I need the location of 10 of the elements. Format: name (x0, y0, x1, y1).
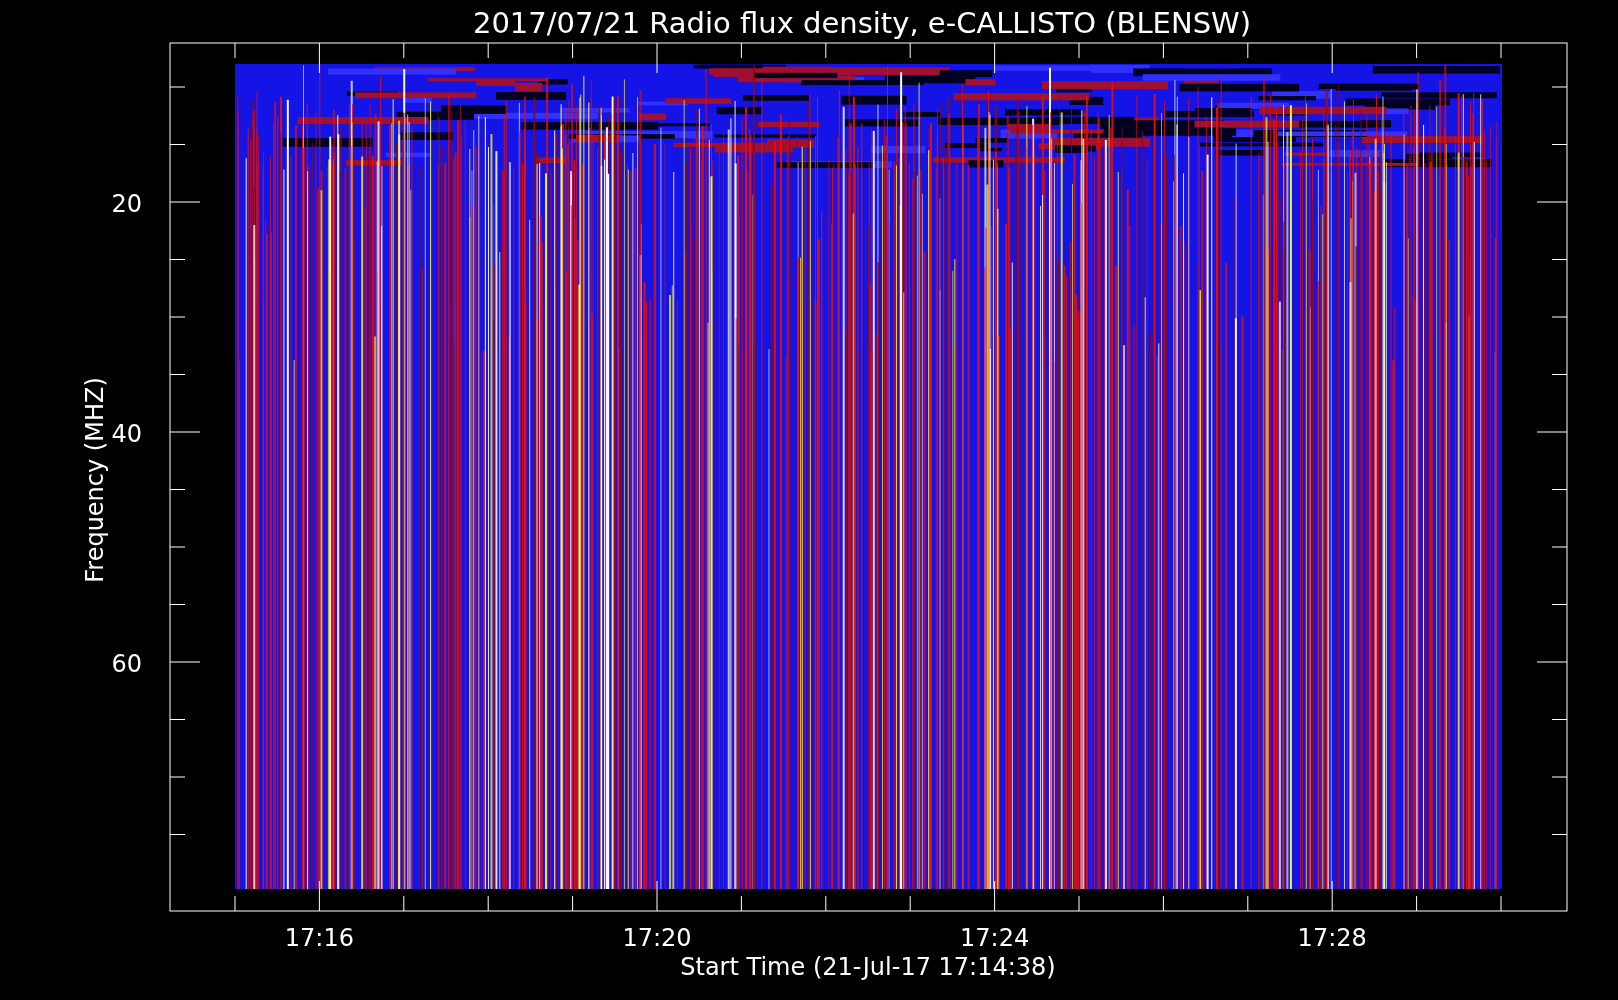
tick-label: 60 (111, 650, 142, 678)
tick-label: 17:24 (960, 924, 1030, 952)
axis-title: Start Time (21-Jul-17 17:14:38) (680, 953, 1056, 981)
chart-title: 2017/07/21 Radio flux density, e-CALLISTO (BLENSW) (472, 6, 1252, 40)
axis-title: Frequency (MHZ) (81, 377, 109, 583)
tick-label: 40 (111, 420, 142, 448)
tick-label: 17:28 (1297, 924, 1367, 952)
tick-label: 17:16 (284, 924, 354, 952)
tick-label: 20 (111, 190, 142, 218)
tick-label: 17:20 (622, 924, 692, 952)
